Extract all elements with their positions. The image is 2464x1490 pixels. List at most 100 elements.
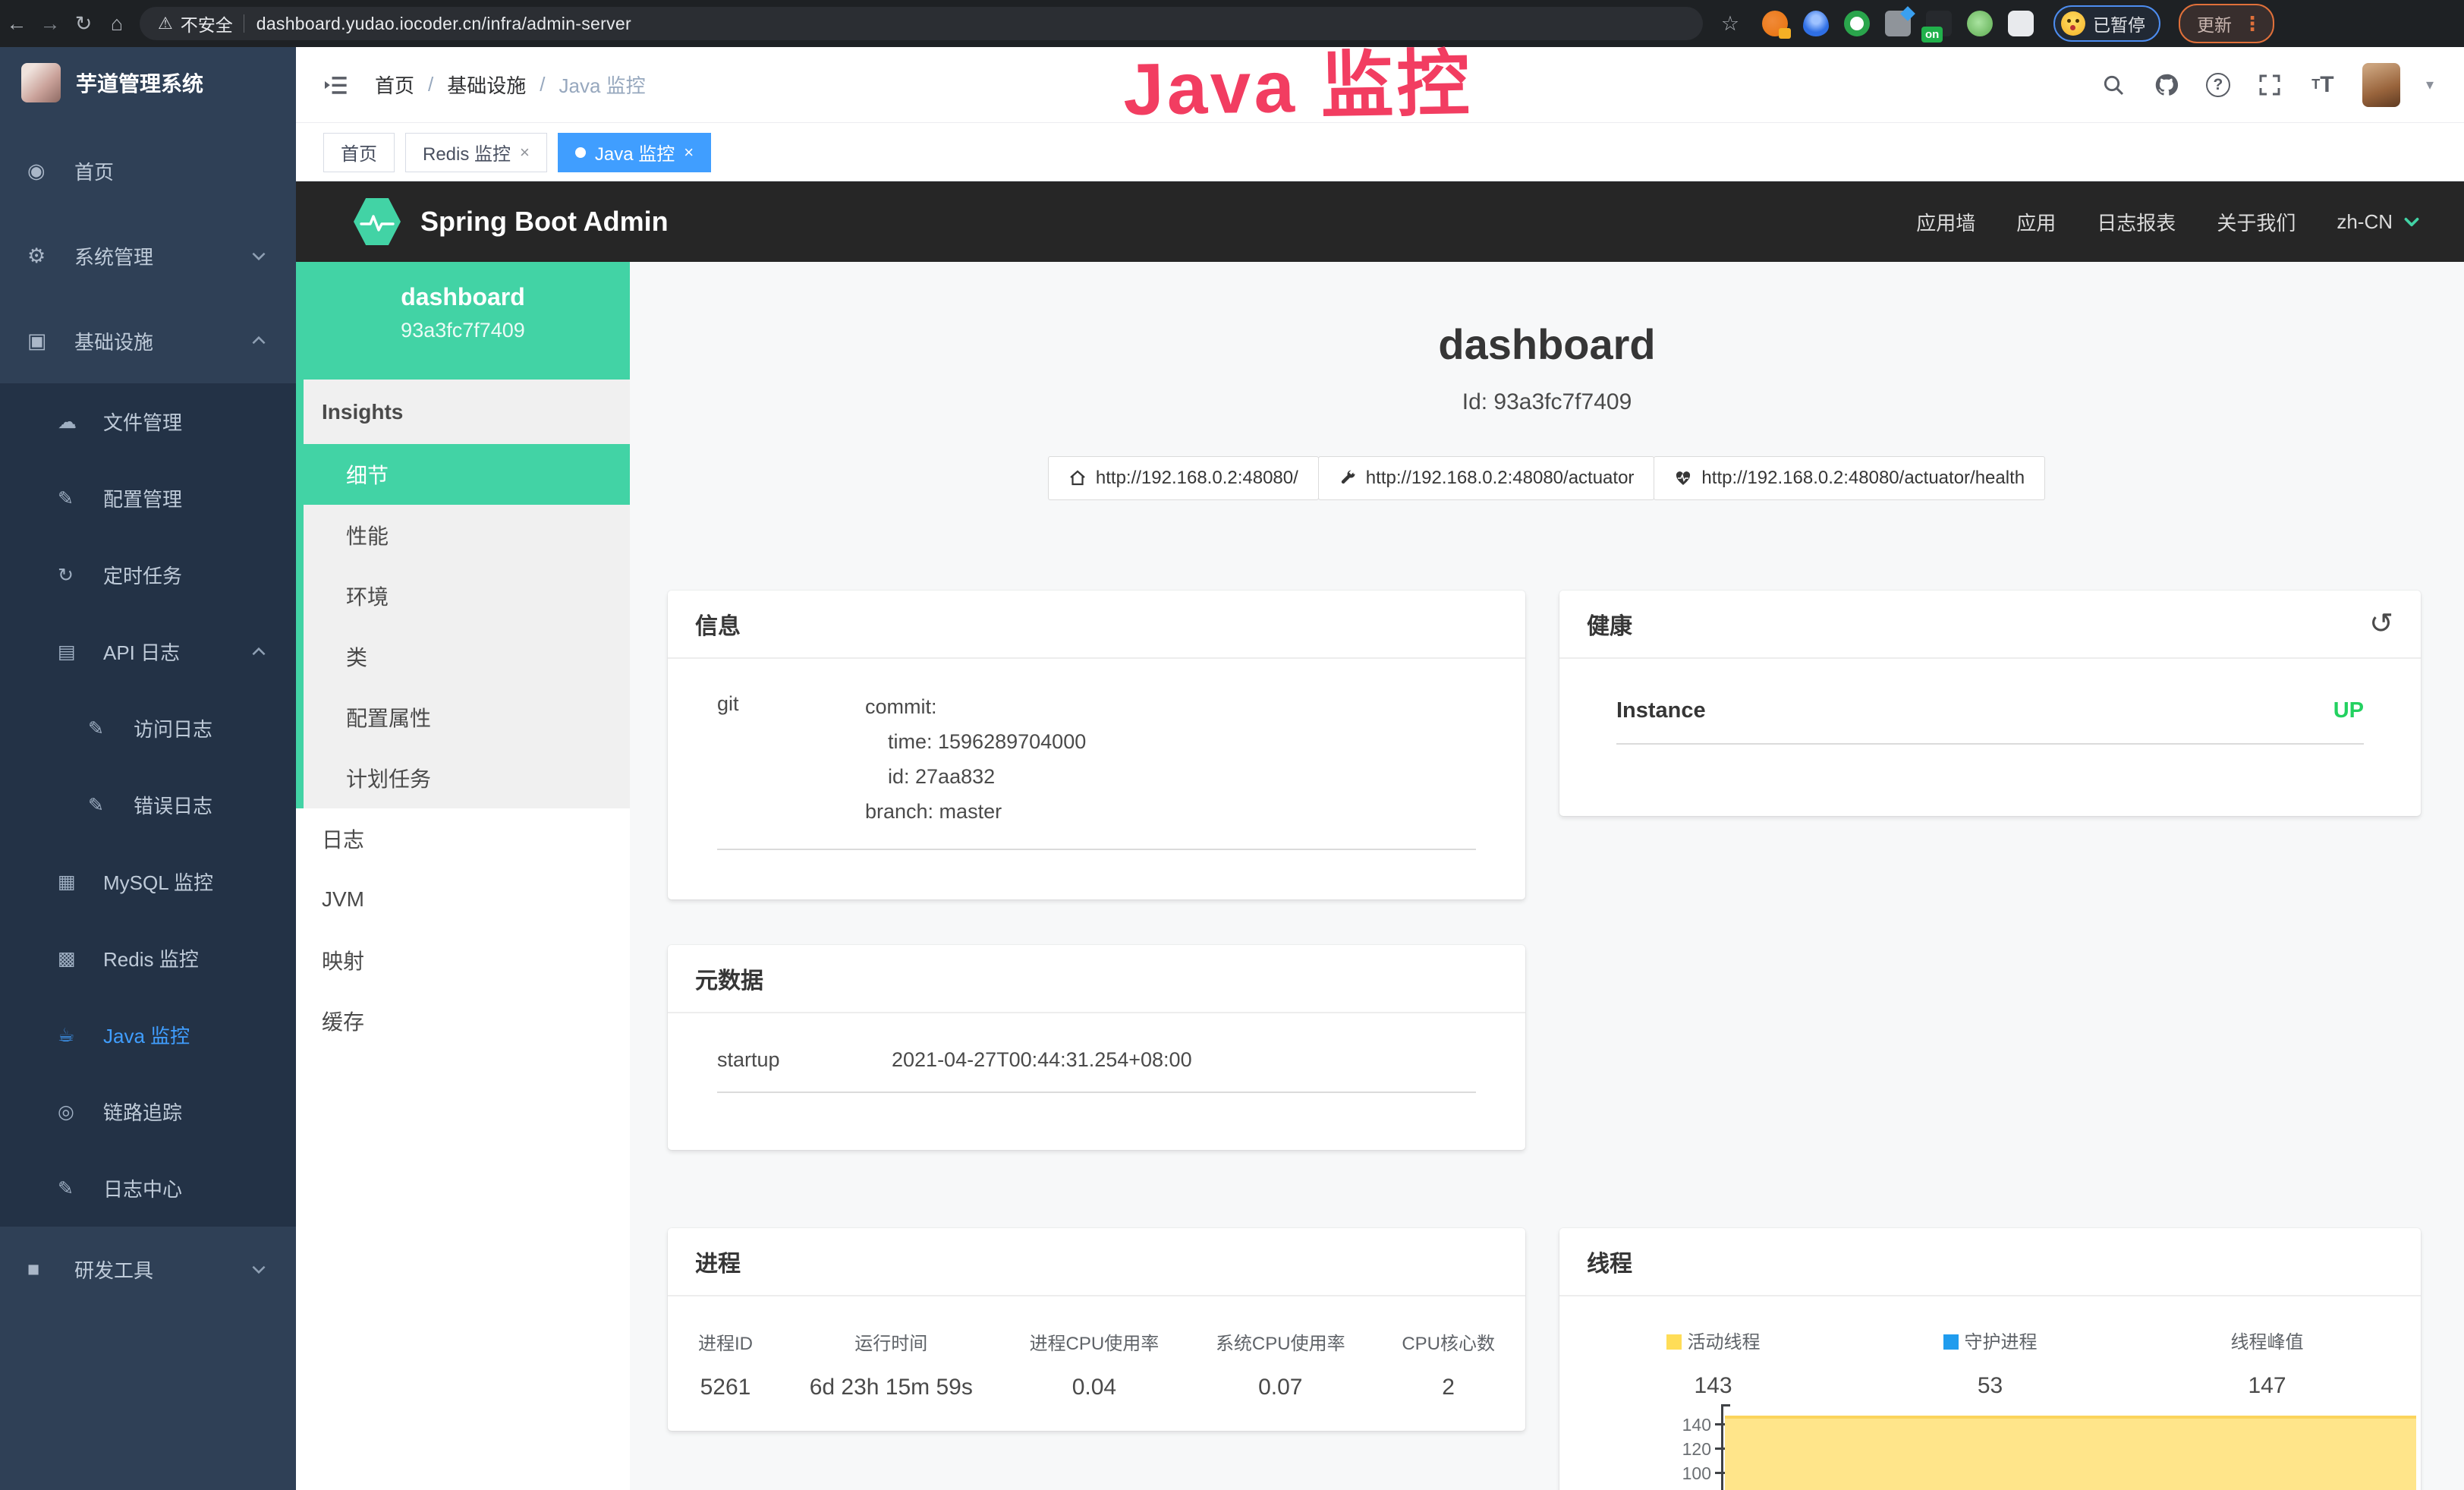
tab-redis-monitor[interactable]: Redis 监控 × [405,133,547,172]
sidebar-item-api-log[interactable]: ▤ API 日志 [0,613,296,690]
database-icon: ▦ [58,871,88,893]
legend-yellow-swatch [1666,1334,1682,1350]
daemon-threads-stat: 守护进程 53 [1852,1327,2129,1399]
toolbox-icon: ■ [27,1258,58,1281]
app-header: 首页 基础设施 Java 监控 ? TT ▾ [296,47,2464,123]
sba-menu-performance[interactable]: 性能 [304,505,630,565]
breadcrumb-home[interactable]: 首页 [375,71,414,99]
health-card-header: 健康 ↺ [1559,591,2421,659]
extension-icon-2[interactable] [1803,11,1829,36]
extension-puzzle-icon[interactable] [2008,11,2034,36]
sidebar-item-label: 研发工具 [74,1255,153,1284]
extension-icon-6[interactable] [1967,11,1993,36]
instance-title: dashboard [630,320,2464,369]
monitor-icon: ▣ [27,329,58,353]
system-cpu-col: 系统CPU使用率 0.07 [1216,1328,1345,1400]
user-avatar[interactable] [2362,63,2400,107]
tab-java-monitor[interactable]: Java 监控 × [558,133,711,172]
extension-icon-3[interactable] [1844,11,1870,36]
service-url-button[interactable]: http://192.168.0.2:48080/ [1048,456,1319,500]
tab-label: Redis 监控 [423,139,511,165]
service-url-label: http://192.168.0.2:48080/ [1096,468,1298,489]
sba-logo-icon[interactable] [354,197,401,247]
health-instance-row[interactable]: Instance UP [1616,698,2364,723]
sba-menu-details[interactable]: 细节 [304,444,630,505]
help-icon[interactable]: ? [2206,73,2230,97]
fullscreen-icon[interactable] [2256,71,2283,99]
sidebar-item-home[interactable]: ◉ 首页 [0,128,296,213]
sidebar-item-java-monitor[interactable]: ☕ Java 监控 [0,997,296,1073]
github-icon[interactable] [2153,71,2180,99]
sba-nav: 应用墙 应用 日志报表 关于我们 zh-CN [1916,208,2464,236]
url-text[interactable]: dashboard.yudao.iocoder.cn/infra/admin-s… [256,14,631,34]
sba-menu-caches[interactable]: 缓存 [296,991,630,1051]
actuator-url-button[interactable]: http://192.168.0.2:48080/actuator [1318,456,1655,500]
sidebar-item-access-log[interactable]: ✎ 访问日志 [0,690,296,767]
browser-menu-icon[interactable]: ⋮ [2242,12,2262,36]
sba-menu-classes[interactable]: 类 [304,626,630,687]
sidebar-item-trace[interactable]: ◎ 链路追踪 [0,1073,296,1150]
browser-refresh-icon[interactable]: ↻ [67,12,100,36]
sba-nav-journal[interactable]: 日志报表 [2097,208,2176,236]
extension-icon-1[interactable] [1762,11,1788,36]
tab-label: Java 监控 [595,139,675,165]
sidebar-item-infra[interactable]: ▣ 基础设施 [0,298,296,383]
sba-locale-select[interactable]: zh-CN [2337,210,2422,234]
sidebar-item-file-manage[interactable]: ☁ 文件管理 [0,383,296,460]
user-menu-caret-icon[interactable]: ▾ [2426,75,2434,94]
app-logo-row[interactable]: 芋道管理系统 [0,47,296,108]
sba-nav-about[interactable]: 关于我们 [2217,208,2296,236]
browser-home-icon[interactable]: ⌂ [100,12,134,36]
row-divider [717,849,1476,850]
sba-nav-applications[interactable]: 应用 [2016,208,2056,236]
sba-instance-header[interactable]: dashboard 93a3fc7f7409 [296,262,630,380]
sidebar-item-mysql-monitor[interactable]: ▦ MySQL 监控 [0,843,296,920]
sidebar-item-error-log[interactable]: ✎ 错误日志 [0,767,296,843]
font-size-icon[interactable]: TT [2309,71,2337,99]
stat-label: 守护进程 [1965,1332,2038,1353]
sidebar-item-devtools[interactable]: ■ 研发工具 [0,1227,296,1312]
tab-home[interactable]: 首页 [323,133,395,172]
bookmark-star-icon[interactable]: ☆ [1713,12,1747,36]
insights-group: Insights 细节 性能 环境 类 配置属性 计划任务 [296,380,630,808]
close-icon[interactable]: × [520,143,530,162]
sidebar-item-system[interactable]: ⚙ 系统管理 [0,213,296,298]
timer-icon: ↻ [58,564,88,587]
health-url-button[interactable]: http://192.168.0.2:48080/actuator/health [1654,456,2045,500]
sidebar-item-scheduled-job[interactable]: ↻ 定时任务 [0,537,296,613]
sba-menu-plain-group: 日志 JVM 映射 缓存 [296,808,630,1051]
sba-nav-wallboard[interactable]: 应用墙 [1916,208,1975,236]
history-icon[interactable]: ↺ [2369,610,2393,638]
extension-icon-4[interactable] [1885,11,1911,36]
sidebar-item-label: MySQL 监控 [103,868,213,896]
sidebar-item-redis-monitor[interactable]: ▩ Redis 监控 [0,920,296,997]
sba-menu-mappings[interactable]: 映射 [296,930,630,991]
browser-address-bar[interactable]: ⚠ 不安全 dashboard.yudao.iocoder.cn/infra/a… [140,7,1703,40]
sba-menu-scheduled-tasks[interactable]: 计划任务 [304,748,630,808]
security-label[interactable]: 不安全 [181,11,233,36]
sidebar-item-config-manage[interactable]: ✎ 配置管理 [0,460,296,537]
column-value: 5261 [698,1375,753,1400]
sba-brand-title[interactable]: Spring Boot Admin [420,206,669,238]
column-value: 0.07 [1216,1375,1345,1400]
spring-boot-admin-frame: Spring Boot Admin 应用墙 应用 日志报表 关于我们 zh-CN… [296,181,2464,1490]
sidebar-collapse-icon[interactable] [323,74,349,96]
sba-menu-config-props[interactable]: 配置属性 [304,687,630,748]
live-threads-stat: 活动线程 143 [1575,1327,1852,1399]
breadcrumb-infra[interactable]: 基础设施 [447,71,526,99]
browser-back-icon[interactable]: ← [0,12,33,36]
sidebar-item-log-center[interactable]: ✎ 日志中心 [0,1150,296,1227]
browser-update-button[interactable]: 更新 ⋮ [2179,4,2274,43]
profile-paused-badge[interactable]: 已暂停 [2053,5,2160,42]
sba-menu-environment[interactable]: 环境 [304,565,630,626]
close-icon[interactable]: × [684,143,694,162]
metadata-key: startup [717,1048,892,1072]
infra-submenu: ☁ 文件管理 ✎ 配置管理 ↻ 定时任务 ▤ API 日志 [0,383,296,1227]
search-icon[interactable] [2100,71,2127,99]
browser-forward-icon[interactable]: → [33,12,67,36]
instance-id: 93a3fc7f7409 [296,319,630,342]
extension-icon-5[interactable]: on [1926,11,1952,36]
sba-header: Spring Boot Admin 应用墙 应用 日志报表 关于我们 zh-CN [296,181,2464,262]
sba-menu-jvm[interactable]: JVM [296,869,630,930]
sba-menu-logs[interactable]: 日志 [296,808,630,869]
